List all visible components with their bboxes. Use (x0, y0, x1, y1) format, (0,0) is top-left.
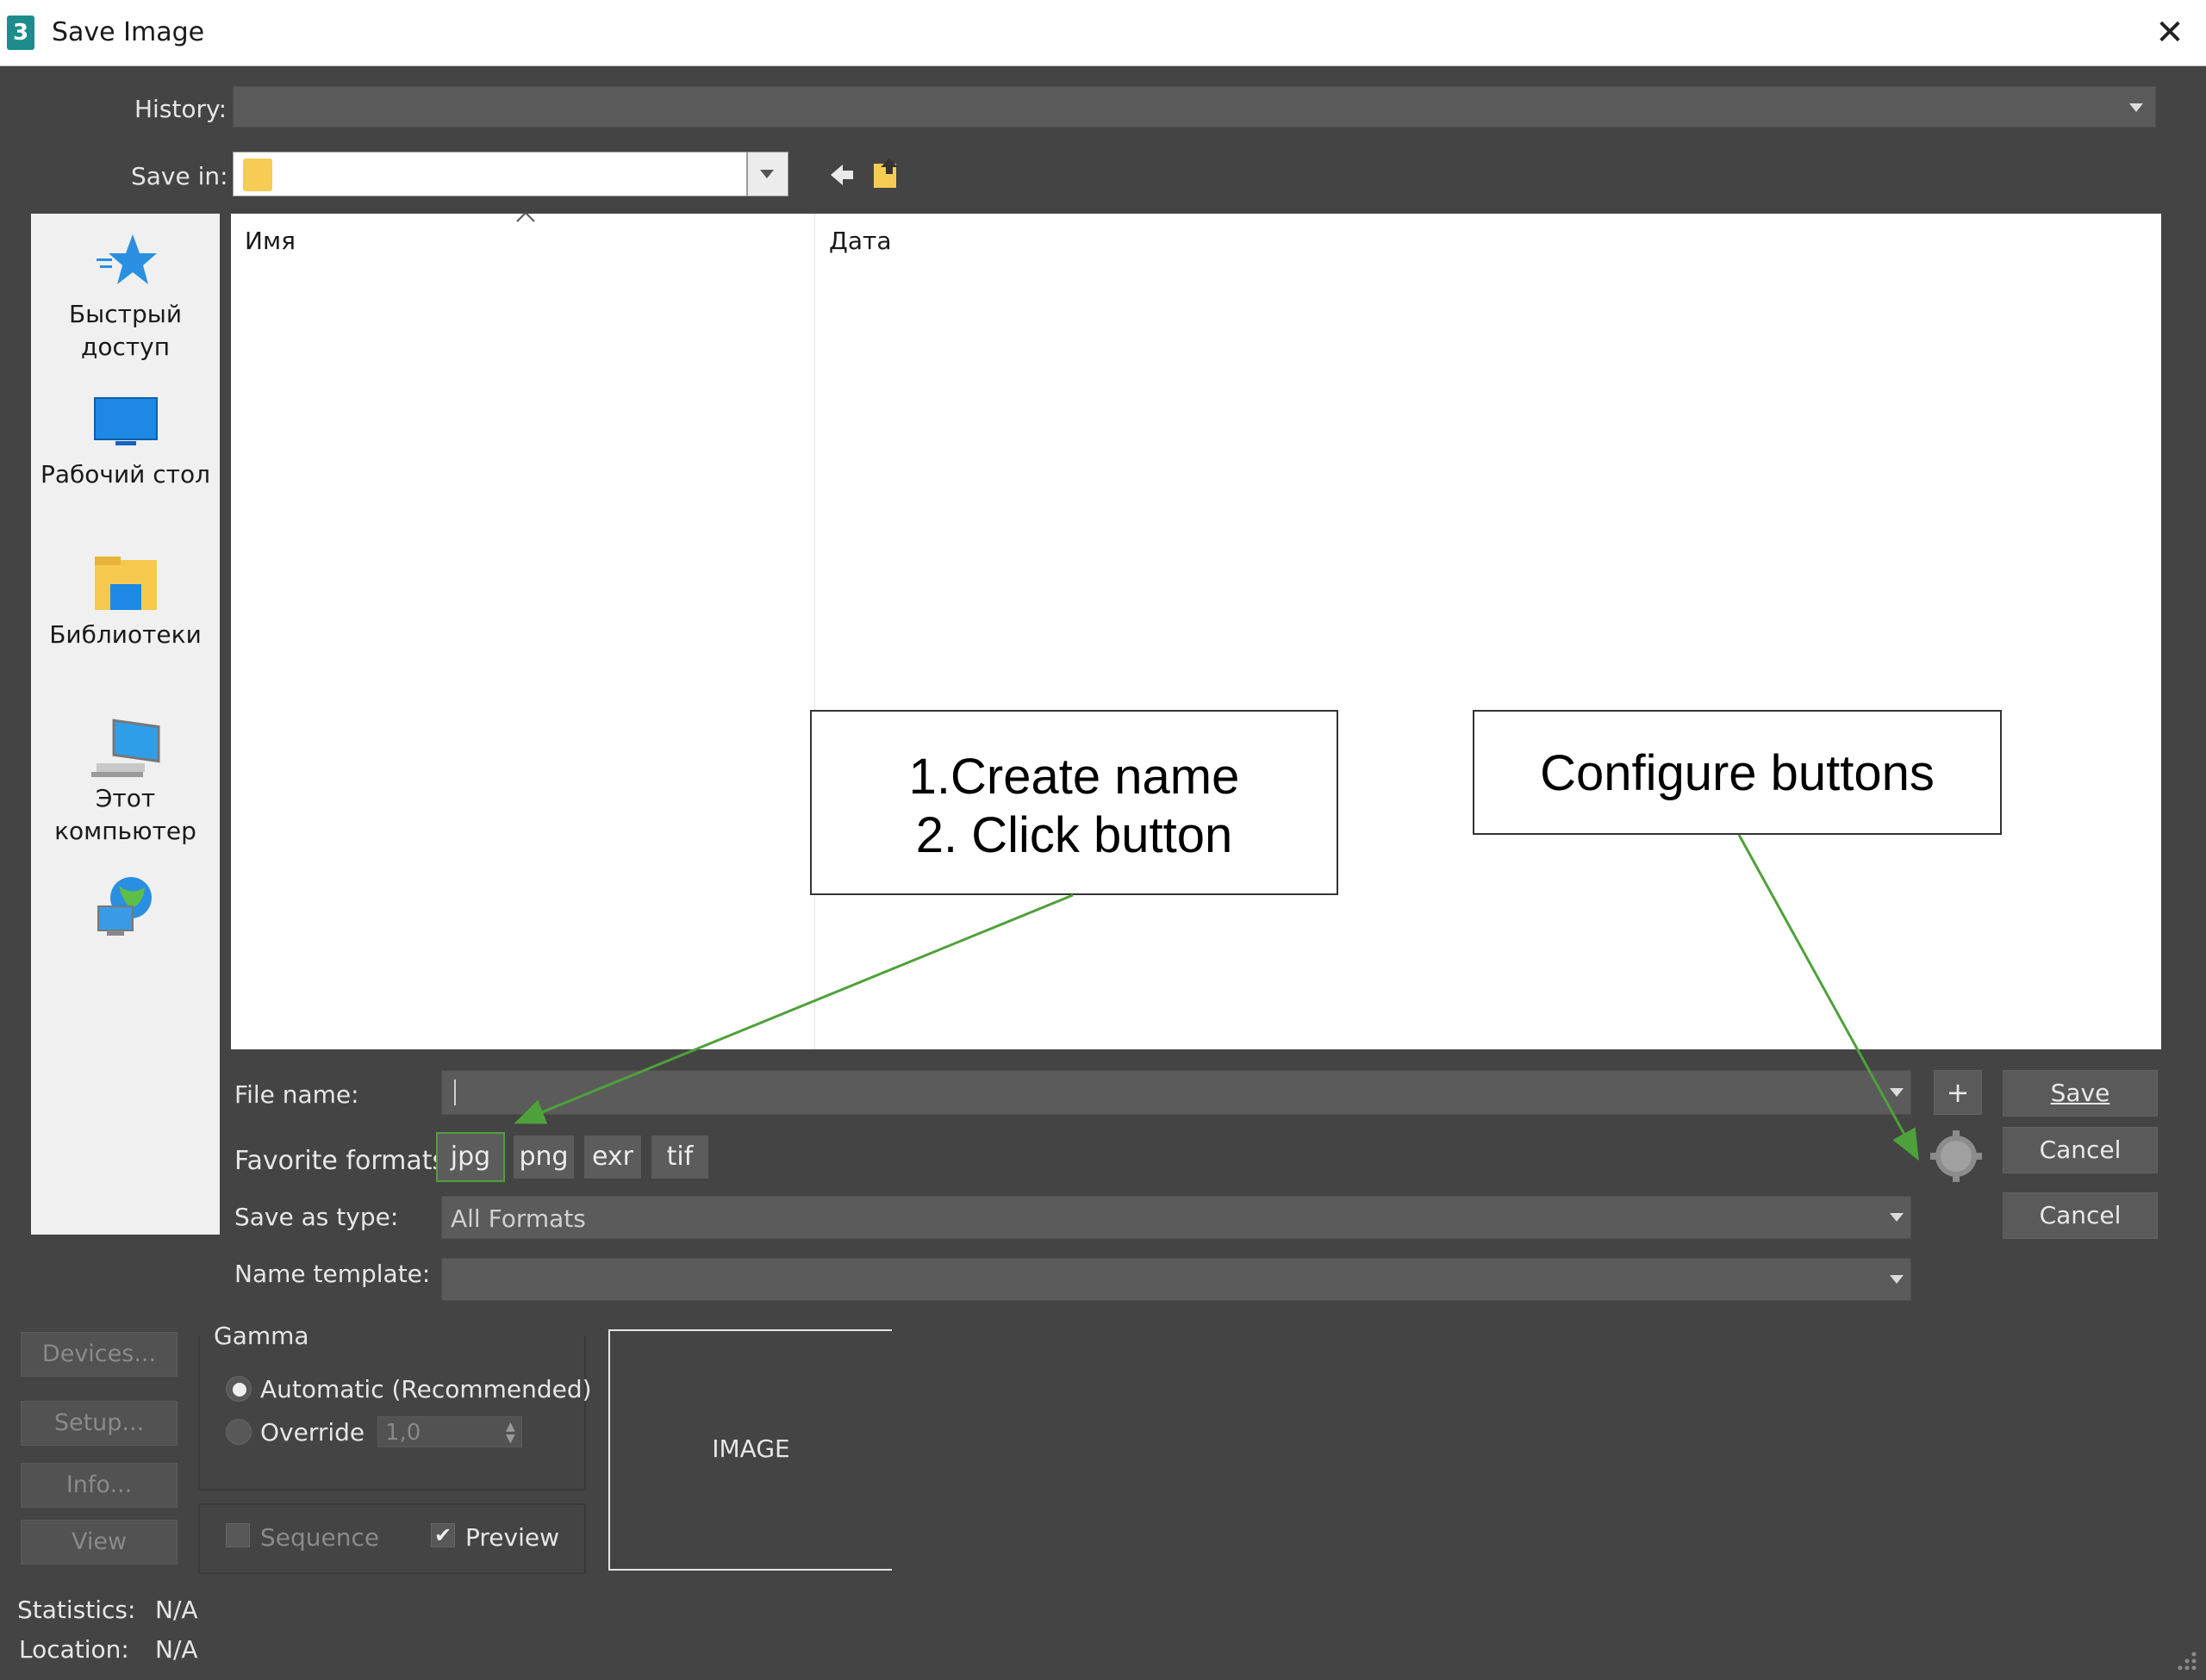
annotation-arrows (514, 834, 1919, 1161)
arrow-to-gear (1737, 834, 1919, 1161)
arrow-to-jpg (514, 893, 1074, 1124)
